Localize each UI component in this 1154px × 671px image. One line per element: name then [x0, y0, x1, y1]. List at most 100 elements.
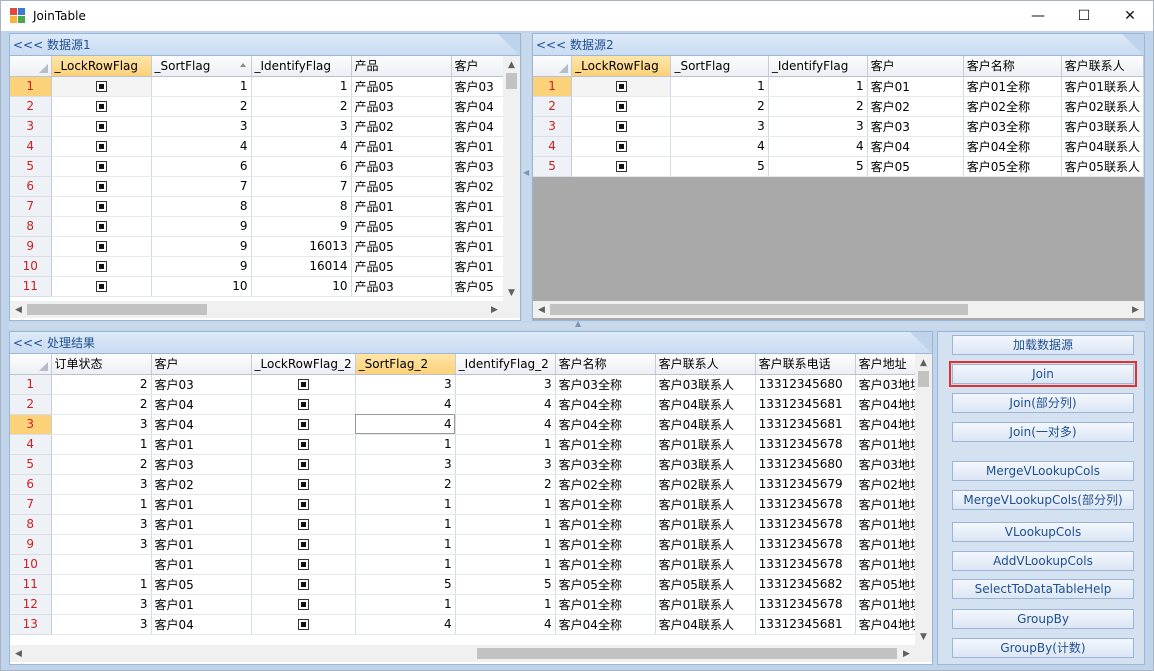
customer-cell[interactable]: 客户03: [867, 116, 964, 137]
table-row[interactable]: 9 9 16013 产品05 客户01: [10, 236, 512, 257]
order-status-cell[interactable]: 2: [51, 374, 152, 395]
sort-flag-cell[interactable]: 4: [151, 136, 252, 157]
sort-flag-cell[interactable]: 1: [670, 76, 769, 97]
checkbox-icon[interactable]: [297, 519, 309, 530]
table-row[interactable]: 8 9 9 产品05 客户01: [10, 216, 512, 237]
column-header[interactable]: _SortFlag: [151, 56, 252, 77]
column-header[interactable]: 客户: [151, 354, 252, 375]
order-status-cell[interactable]: 3: [51, 414, 152, 435]
customer-phone-cell[interactable]: 13312345679: [755, 474, 856, 495]
order-status-cell[interactable]: 2: [51, 454, 152, 475]
customer-phone-cell[interactable]: 13312345678: [755, 534, 856, 555]
customer-cell[interactable]: 客户04: [151, 394, 252, 415]
identify-flag-cell[interactable]: 1: [455, 514, 556, 535]
customer-cell[interactable]: 客户01: [451, 196, 512, 217]
sort-flag-cell[interactable]: 10: [151, 276, 252, 297]
row-header[interactable]: 7: [10, 494, 52, 515]
checkbox-icon[interactable]: [615, 141, 627, 152]
sort-flag-cell[interactable]: 1: [355, 554, 456, 575]
sort-flag-cell[interactable]: 3: [355, 454, 456, 475]
customer-name-cell[interactable]: 客户04全称: [963, 136, 1062, 157]
column-header[interactable]: _IdentifyFlag: [251, 56, 352, 77]
identify-flag-cell[interactable]: 5: [455, 574, 556, 595]
lock-flag-cell[interactable]: [51, 216, 152, 237]
sort-flag-cell[interactable]: 3: [670, 116, 769, 137]
sort-flag-cell[interactable]: 3: [151, 116, 252, 137]
lock-flag-cell[interactable]: [51, 256, 152, 277]
customer-cell[interactable]: 客户01: [867, 76, 964, 97]
sort-flag-cell[interactable]: 1: [151, 76, 252, 97]
customer-phone-cell[interactable]: 13312345678: [755, 594, 856, 615]
customer-name-cell[interactable]: 客户01全称: [555, 594, 656, 615]
row-header[interactable]: 6: [10, 474, 52, 495]
customer-name-cell[interactable]: 客户03全称: [555, 374, 656, 395]
column-header[interactable]: 客户: [867, 56, 964, 77]
row-header[interactable]: 5: [533, 156, 573, 177]
customer-cell[interactable]: 客户04: [867, 136, 964, 157]
close-icon[interactable]: ✕: [1107, 1, 1153, 31]
sort-flag-cell[interactable]: 4: [355, 614, 456, 635]
column-header[interactable]: 客户联系人: [1061, 56, 1144, 77]
customer-contact-cell[interactable]: 客户04联系人: [1061, 136, 1144, 157]
customer-contact-cell[interactable]: 客户05联系人: [1061, 156, 1144, 177]
checkbox-icon[interactable]: [297, 479, 309, 490]
identify-flag-cell[interactable]: 16013: [251, 236, 352, 257]
table-row[interactable]: 2 2 2 客户02 客户02全称 客户02联系人: [533, 96, 1144, 117]
customer-name-cell[interactable]: 客户02全称: [963, 96, 1062, 117]
table-row[interactable]: 7 1 客户01 1 1 客户01全称 客户01联系人 13312345678 客户01地址: [10, 494, 926, 515]
scroll-thumb[interactable]: [506, 73, 517, 89]
column-header[interactable]: 客户联系人: [655, 354, 756, 375]
column-header[interactable]: _LockRowFlag: [571, 56, 672, 77]
sort-flag-cell[interactable]: 1: [355, 434, 456, 455]
identify-flag-cell[interactable]: 3: [251, 116, 352, 137]
sort-flag-cell[interactable]: 9: [151, 236, 252, 257]
grid-corner[interactable]: [533, 56, 573, 77]
table-row[interactable]: 2 2 2 产品03 客户04: [10, 96, 512, 117]
customer-phone-cell[interactable]: 13312345680: [755, 454, 856, 475]
vlookup-button[interactable]: VLookupCols: [952, 522, 1134, 542]
checkbox-icon[interactable]: [297, 459, 309, 470]
customer-phone-cell[interactable]: 13312345681: [755, 394, 856, 415]
order-status-cell[interactable]: 3: [51, 474, 152, 495]
customer-contact-cell[interactable]: 客户03联系人: [655, 374, 756, 395]
checkbox-icon[interactable]: [95, 121, 107, 132]
source2-hscroll[interactable]: ◀ ▶: [533, 301, 1144, 318]
checkbox-icon[interactable]: [95, 101, 107, 112]
merge-vlookup-partial-button[interactable]: MergeVLookupCols(部分列): [952, 490, 1134, 510]
join-button[interactable]: Join: [949, 361, 1137, 387]
identify-flag-cell[interactable]: 4: [455, 394, 556, 415]
add-vlookup-button[interactable]: AddVLookupCols: [952, 551, 1134, 571]
groupby-button[interactable]: GroupBy: [952, 609, 1134, 629]
sort-flag-cell[interactable]: 2: [151, 96, 252, 117]
customer-contact-cell[interactable]: 客户05联系人: [655, 574, 756, 595]
sort-flag-cell[interactable]: 1: [355, 534, 456, 555]
table-row[interactable]: 3 3 3 客户03 客户03全称 客户03联系人: [533, 116, 1144, 137]
column-header[interactable]: 客户: [451, 56, 512, 77]
checkbox-icon[interactable]: [615, 121, 627, 132]
customer-contact-cell[interactable]: 客户03联系人: [655, 454, 756, 475]
table-row[interactable]: 13 3 客户04 4 4 客户04全称 客户04联系人 13312345681 客户04地址: [10, 614, 926, 635]
row-header[interactable]: 2: [533, 96, 573, 117]
identify-flag-cell[interactable]: 1: [455, 554, 556, 575]
identify-flag-cell[interactable]: 2: [768, 96, 868, 117]
sort-flag-cell[interactable]: 5: [670, 156, 769, 177]
source1-header[interactable]: <<< 数据源1: [10, 34, 520, 56]
lock-flag-cell[interactable]: [251, 554, 356, 575]
table-row[interactable]: 1 1 1 产品05 客户03: [10, 76, 512, 97]
identify-flag-cell[interactable]: 1: [455, 434, 556, 455]
customer-name-cell[interactable]: 客户05全称: [963, 156, 1062, 177]
sort-flag-cell[interactable]: 4: [355, 394, 456, 415]
maximize-icon[interactable]: ☐: [1061, 1, 1107, 31]
checkbox-icon[interactable]: [297, 539, 309, 550]
checkbox-icon[interactable]: [615, 81, 627, 92]
identify-flag-cell[interactable]: 1: [455, 594, 556, 615]
identify-flag-cell[interactable]: 1: [455, 494, 556, 515]
row-header[interactable]: 10: [10, 256, 52, 277]
lock-flag-cell[interactable]: [251, 514, 356, 535]
scroll-left-icon[interactable]: ◀: [533, 301, 550, 318]
lock-flag-cell[interactable]: [251, 454, 356, 475]
identify-flag-cell[interactable]: 4: [768, 136, 868, 157]
table-row[interactable]: 7 8 8 产品01 客户01: [10, 196, 512, 217]
checkbox-icon[interactable]: [615, 161, 627, 172]
order-status-cell[interactable]: 2: [51, 394, 152, 415]
